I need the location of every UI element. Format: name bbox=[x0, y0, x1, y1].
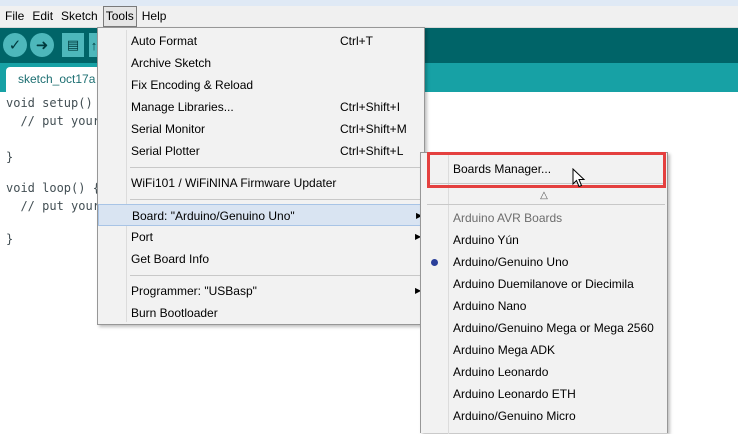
menu-item-shortcut: Ctrl+Shift+L bbox=[340, 144, 404, 158]
mouse-cursor-icon bbox=[572, 168, 586, 188]
tab-sketch[interactable]: sketch_oct17a bbox=[6, 67, 106, 92]
board-item-nano[interactable]: Arduino Nano bbox=[421, 295, 667, 317]
menu-item-archive-sketch[interactable]: Archive Sketch bbox=[98, 52, 424, 74]
menu-item-label: Programmer: "USBasp" bbox=[131, 284, 257, 298]
board-item-leonardo-eth[interactable]: Arduino Leonardo ETH bbox=[421, 383, 667, 405]
code-line: void setup() { bbox=[6, 96, 108, 110]
menu-item-label: Arduino AVR Boards bbox=[453, 211, 563, 225]
menu-item-label: Arduino Mega ADK bbox=[453, 343, 556, 357]
menu-item-label: Arduino Yún bbox=[453, 233, 519, 247]
menu-item-label: Arduino Leonardo bbox=[453, 365, 549, 379]
scroll-up-icon[interactable]: △ bbox=[421, 189, 667, 203]
menu-item-label: Serial Monitor bbox=[131, 122, 206, 136]
board-item-leonardo[interactable]: Arduino Leonardo bbox=[421, 361, 667, 383]
menu-item-label: Auto Format bbox=[131, 34, 198, 48]
menu-separator bbox=[427, 204, 665, 205]
menu-item-serial-plotter[interactable]: Serial Plotter Ctrl+Shift+L bbox=[98, 140, 424, 162]
new-icon[interactable]: ▤ bbox=[62, 33, 84, 57]
menu-item-fix-encoding[interactable]: Fix Encoding & Reload bbox=[98, 74, 424, 96]
menu-item-label: Arduino Nano bbox=[453, 299, 527, 313]
menu-sketch[interactable]: Sketch bbox=[58, 7, 101, 26]
menu-item-label: Board: "Arduino/Genuino Uno" bbox=[132, 209, 295, 223]
board-item-mega[interactable]: Arduino/Genuino Mega or Mega 2560 bbox=[421, 317, 667, 339]
menu-item-label: WiFi101 / WiFiNINA Firmware Updater bbox=[131, 176, 337, 190]
menu-item-label: Serial Plotter bbox=[131, 144, 200, 158]
upload-icon[interactable]: ➜ bbox=[30, 33, 54, 57]
menu-item-label: Arduino/Genuino Micro bbox=[453, 409, 576, 423]
selected-radio-icon bbox=[431, 259, 438, 266]
menu-item-label: Fix Encoding & Reload bbox=[131, 78, 254, 92]
menu-item-programmer[interactable]: Programmer: "USBasp" ▶ bbox=[98, 280, 424, 302]
menu-item-serial-monitor[interactable]: Serial Monitor Ctrl+Shift+M bbox=[98, 118, 424, 140]
menu-help[interactable]: Help bbox=[139, 7, 170, 26]
menu-item-label: Port bbox=[131, 230, 154, 244]
menu-separator bbox=[130, 167, 420, 168]
highlight-annotation-box bbox=[427, 152, 666, 188]
tools-menu: Auto Format Ctrl+T Archive Sketch Fix En… bbox=[97, 27, 425, 325]
menu-item-label: Get Board Info bbox=[131, 252, 210, 266]
menu-item-auto-format[interactable]: Auto Format Ctrl+T bbox=[98, 30, 424, 52]
menu-item-label: Arduino Duemilanove or Diecimila bbox=[453, 277, 634, 291]
menu-file[interactable]: File bbox=[2, 7, 27, 26]
board-section-header: Arduino AVR Boards bbox=[421, 207, 667, 229]
boards-submenu: Boards Manager... △ Arduino AVR Boards A… bbox=[420, 152, 668, 434]
menu-item-label: Arduino/Genuino Mega or Mega 2560 bbox=[453, 321, 654, 335]
menu-item-label: Burn Bootloader bbox=[131, 306, 218, 320]
board-item-duemilanove[interactable]: Arduino Duemilanove or Diecimila bbox=[421, 273, 667, 295]
menu-separator bbox=[130, 199, 420, 200]
menu-item-manage-libraries[interactable]: Manage Libraries... Ctrl+Shift+I bbox=[98, 96, 424, 118]
menu-separator bbox=[130, 275, 420, 276]
menu-item-label: Arduino/Genuino Uno bbox=[453, 255, 569, 269]
menu-tools[interactable]: Tools bbox=[102, 6, 137, 27]
menu-item-port[interactable]: Port ▶ bbox=[98, 226, 424, 248]
board-item-micro[interactable]: Arduino/Genuino Micro bbox=[421, 405, 667, 427]
menu-bar: File Edit Sketch Tools Help bbox=[0, 6, 738, 28]
board-item-mega-adk[interactable]: Arduino Mega ADK bbox=[421, 339, 667, 361]
menu-item-board[interactable]: Board: "Arduino/Genuino Uno" ▶ bbox=[98, 204, 424, 226]
menu-item-label: Archive Sketch bbox=[131, 56, 212, 70]
menu-item-label: Manage Libraries... bbox=[131, 100, 234, 114]
menu-edit[interactable]: Edit bbox=[29, 7, 56, 26]
code-line: void loop() { bbox=[6, 181, 100, 195]
verify-icon[interactable]: ✓ bbox=[3, 33, 27, 57]
menu-item-shortcut: Ctrl+Shift+M bbox=[340, 122, 407, 136]
menu-item-shortcut: Ctrl+Shift+I bbox=[340, 100, 401, 114]
menu-item-burn-bootloader[interactable]: Burn Bootloader bbox=[98, 302, 424, 324]
board-item-arduino-uno[interactable]: Arduino/Genuino Uno bbox=[421, 251, 667, 273]
menu-item-shortcut: Ctrl+T bbox=[340, 34, 373, 48]
code-line: } bbox=[6, 150, 14, 164]
menu-item-get-board-info[interactable]: Get Board Info bbox=[98, 248, 424, 270]
menu-item-firmware-updater[interactable]: WiFi101 / WiFiNINA Firmware Updater bbox=[98, 172, 424, 194]
code-line: } bbox=[6, 232, 14, 246]
board-item-arduino-yun[interactable]: Arduino Yún bbox=[421, 229, 667, 251]
menu-item-label: Arduino Leonardo ETH bbox=[453, 387, 576, 401]
